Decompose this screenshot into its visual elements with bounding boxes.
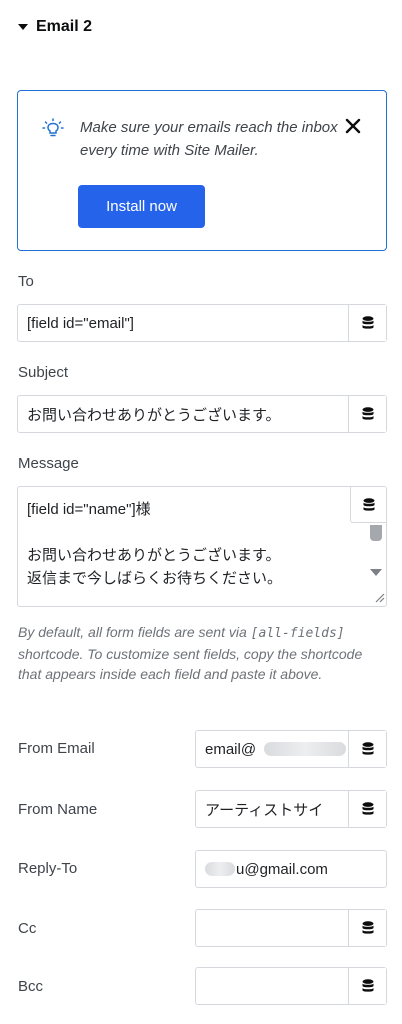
reply-to-label: Reply-To: [18, 860, 78, 877]
section-toggle-email-2[interactable]: Email 2: [18, 18, 92, 36]
bcc-label: Bcc: [18, 978, 44, 995]
fields-help-text: By default, all form fields are sent via…: [18, 622, 384, 684]
cc-label: Cc: [18, 920, 37, 937]
scrollbar-thumb[interactable]: [370, 525, 382, 541]
from-name-input[interactable]: [196, 791, 348, 827]
database-icon: [362, 802, 373, 815]
install-now-button[interactable]: Install now: [78, 185, 205, 228]
notice-text: Make sure your emails reach the inbox ev…: [80, 119, 338, 159]
message-label: Message: [18, 455, 79, 472]
dynamic-tags-button[interactable]: [350, 487, 386, 523]
caret-down-icon: [18, 24, 28, 30]
cc-input[interactable]: [196, 910, 348, 946]
section-title: Email 2: [36, 18, 93, 35]
message-line: 返信まで今しばらくお待ちください。: [27, 570, 283, 587]
reply-to-field-wrapper: [195, 850, 387, 888]
message-line: [27, 521, 347, 544]
bcc-field-wrapper: [195, 967, 387, 1005]
database-icon: [362, 979, 373, 992]
dynamic-tags-button[interactable]: [348, 968, 386, 1004]
from-name-label: From Name: [18, 801, 98, 818]
help-suffix: shortcode. To customize sent fields, cop…: [18, 646, 363, 682]
database-icon: [362, 921, 373, 934]
all-fields-shortcode: [all-fields]: [250, 626, 345, 641]
subject-field-wrapper: [17, 395, 387, 433]
message-content[interactable]: [field id="name"]様 お問い合わせありがとうございます。 返信ま…: [27, 498, 347, 590]
subject-input[interactable]: [18, 396, 348, 432]
help-prefix: By default, all form fields are sent via: [18, 624, 251, 640]
to-label: To: [18, 273, 34, 290]
from-email-field-wrapper: [195, 730, 387, 768]
scroll-down-icon[interactable]: [370, 569, 382, 576]
database-icon: [363, 497, 375, 511]
bcc-input[interactable]: [196, 968, 348, 1004]
to-field-wrapper: [17, 304, 387, 342]
close-icon[interactable]: [343, 116, 363, 136]
subject-label: Subject: [18, 364, 69, 381]
cc-field-wrapper: [195, 909, 387, 947]
dynamic-tags-button[interactable]: [348, 305, 386, 341]
database-icon: [362, 742, 373, 755]
lightbulb-icon: [42, 118, 64, 137]
database-icon: [362, 407, 373, 420]
dynamic-tags-button[interactable]: [348, 910, 386, 946]
message-line: [field id="name"]様: [27, 501, 151, 518]
dynamic-tags-button[interactable]: [348, 791, 386, 827]
dynamic-tags-button[interactable]: [348, 396, 386, 432]
dynamic-tags-button[interactable]: [348, 731, 386, 767]
site-mailer-notice: Make sure your emails reach the inbox ev…: [17, 90, 387, 251]
from-name-field-wrapper: [195, 790, 387, 828]
resize-handle-icon[interactable]: [373, 591, 385, 603]
reply-to-input[interactable]: [196, 851, 384, 887]
redacted-blur: [264, 742, 346, 756]
message-textarea[interactable]: [field id="name"]様 お問い合わせありがとうございます。 返信ま…: [17, 486, 387, 607]
from-email-label: From Email: [18, 740, 95, 757]
message-line: お問い合わせありがとうございます。: [27, 547, 281, 564]
database-icon: [362, 316, 373, 329]
to-input[interactable]: [18, 305, 348, 341]
